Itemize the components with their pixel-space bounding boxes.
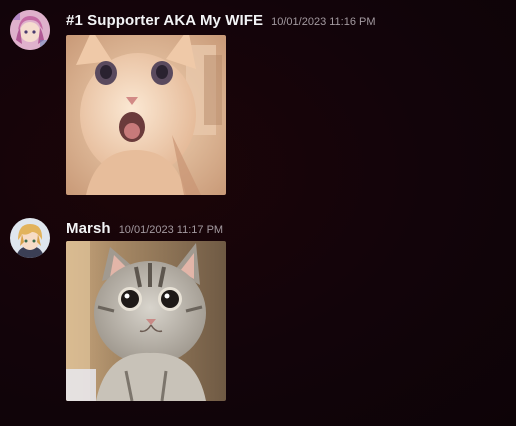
- avatar-image: [10, 218, 50, 258]
- cat-image: [66, 241, 226, 401]
- avatar[interactable]: [10, 218, 50, 258]
- message-header: Marsh 10/01/2023 11:17 PM: [66, 220, 223, 237]
- timestamp: 10/01/2023 11:16 PM: [271, 16, 376, 28]
- image-attachment[interactable]: [66, 241, 226, 401]
- avatar[interactable]: [10, 10, 50, 50]
- chat-message-list: #1 Supporter AKA My WIFE 10/01/2023 11:1…: [0, 0, 516, 426]
- avatar-image: [10, 10, 50, 50]
- username[interactable]: Marsh: [66, 220, 111, 237]
- image-attachment[interactable]: [66, 35, 226, 195]
- message-header: #1 Supporter AKA My WIFE 10/01/2023 11:1…: [66, 12, 376, 29]
- username[interactable]: #1 Supporter AKA My WIFE: [66, 12, 263, 29]
- cat-image: [66, 35, 226, 195]
- timestamp: 10/01/2023 11:17 PM: [118, 224, 224, 236]
